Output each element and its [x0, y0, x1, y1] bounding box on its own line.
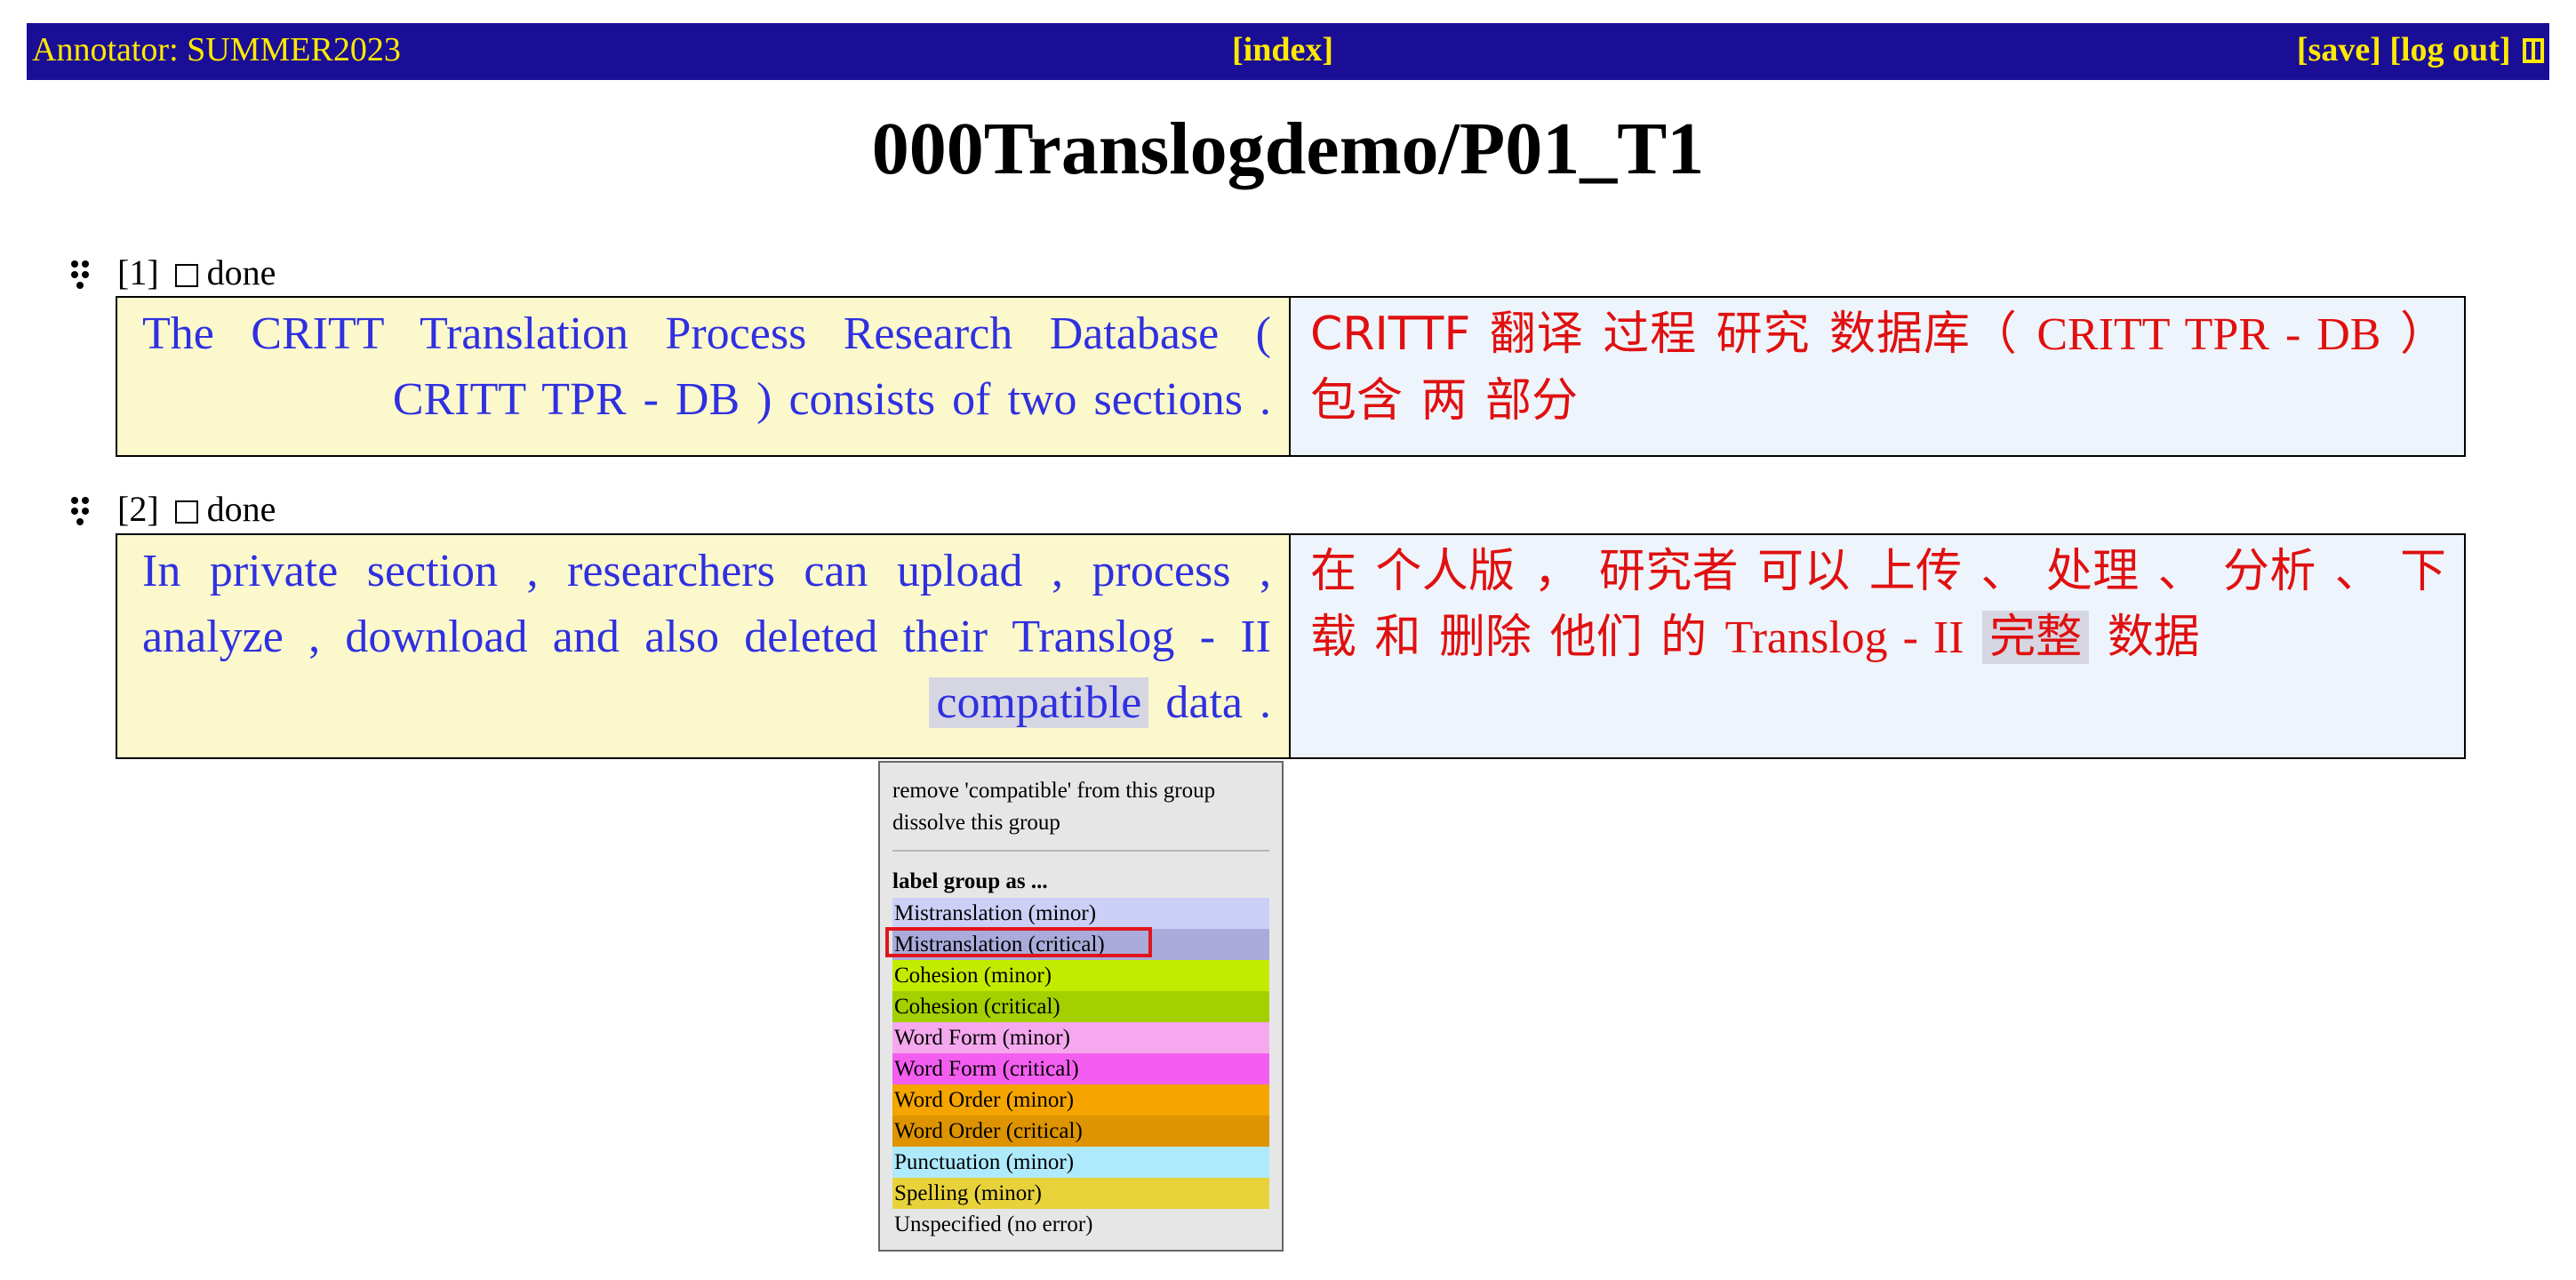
- label-option[interactable]: Word Order (minor): [892, 1084, 1269, 1116]
- page-title: 000Translogdemo/P01_T1: [871, 108, 1705, 190]
- drag-handle-icon[interactable]: [71, 251, 91, 295]
- annotator-label: Annotator: SUMMER2023: [32, 31, 401, 68]
- label-option[interactable]: Word Order (critical): [892, 1116, 1269, 1147]
- target-text-part: Translog - II: [1724, 612, 1964, 663]
- label-option[interactable]: Cohesion (minor): [892, 960, 1269, 991]
- segment-number: [2]: [117, 489, 159, 529]
- selected-option-outline: [885, 927, 1152, 957]
- label-option[interactable]: Spelling (minor): [892, 1178, 1269, 1209]
- label-option[interactable]: Mistranslation (critical): [885, 927, 1269, 960]
- source-text[interactable]: In private section , researchers can upl…: [117, 535, 1291, 757]
- segment-header: [2] done: [71, 487, 276, 532]
- done-checkbox[interactable]: [174, 264, 198, 287]
- target-text[interactable]: CRITTF 翻译 过程 研究 数据库（ CRITT TPR - DB ）包含 …: [1291, 298, 2464, 455]
- segment-row: The CRITT Translation Process Research D…: [116, 296, 2466, 457]
- dissolve-group-item[interactable]: dissolve this group: [892, 807, 1269, 839]
- highlighted-token[interactable]: 完整: [1982, 611, 2090, 664]
- label-option[interactable]: Word Form (minor): [892, 1022, 1269, 1053]
- menu-divider: [892, 850, 1269, 852]
- highlighted-token[interactable]: compatible: [929, 677, 1149, 728]
- target-text-part: 数据: [2089, 611, 2200, 664]
- save-link[interactable]: [save]: [2297, 31, 2381, 68]
- segment-header: [1] done: [71, 251, 276, 295]
- segment-number: [1]: [117, 252, 159, 292]
- top-right-actions: [save] [log out]: [2297, 30, 2544, 69]
- logout-link[interactable]: [log out]: [2389, 31, 2510, 68]
- label-option[interactable]: Word Form (critical): [892, 1053, 1269, 1084]
- label-option[interactable]: Mistranslation (minor): [892, 898, 1269, 929]
- source-text[interactable]: The CRITT Translation Process Research D…: [117, 298, 1291, 455]
- split-pane-icon[interactable]: [2523, 38, 2544, 63]
- label-group-header: label group as ...: [892, 869, 1048, 893]
- label-option[interactable]: Unspecified (no error): [892, 1209, 1269, 1240]
- target-text-part: CRITT TPR - DB: [2036, 309, 2381, 360]
- index-link[interactable]: [index]: [1232, 30, 1333, 69]
- label-options-list: Mistranslation (minor) Mistranslation (cr…: [885, 898, 1269, 1240]
- label-option[interactable]: Punctuation (minor): [892, 1147, 1269, 1178]
- segment-row: In private section , researchers can upl…: [116, 533, 2466, 759]
- done-label: done: [206, 252, 276, 292]
- source-text-part: In private section , researchers can upl…: [142, 546, 1271, 662]
- label-option[interactable]: Cohesion (critical): [892, 991, 1269, 1022]
- done-checkbox[interactable]: [174, 500, 198, 524]
- label-context-menu: remove 'compatible' from this group diss…: [878, 761, 1284, 1252]
- done-label: done: [206, 489, 276, 529]
- source-text-part: data .: [1148, 677, 1271, 728]
- target-text-part: CRITTF 翻译 过程 研究 数据库（: [1310, 308, 2037, 361]
- remove-from-group-item[interactable]: remove 'compatible' from this group: [892, 775, 1269, 807]
- drag-handle-icon[interactable]: [71, 487, 91, 532]
- top-bar: Annotator: SUMMER2023 [index] [save] [lo…: [27, 23, 2549, 80]
- target-text[interactable]: 在 个人版 ， 研究者 可以 上传 、 处理 、 分析 、 下载 和 删除 他们…: [1291, 535, 2464, 757]
